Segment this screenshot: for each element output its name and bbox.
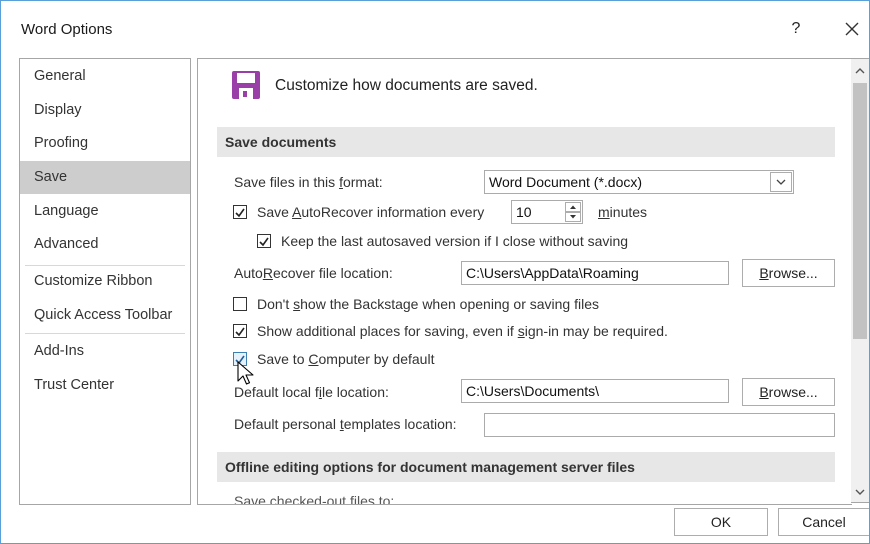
spinner-arrows-icon xyxy=(565,202,581,222)
close-icon xyxy=(845,22,859,36)
scroll-down-button[interactable] xyxy=(851,483,869,501)
save-format-label: Save files in this format: xyxy=(234,174,383,190)
cancel-button[interactable]: Cancel xyxy=(778,508,869,536)
keep-last-autosaved-label: Keep the last autosaved version if I clo… xyxy=(281,233,629,249)
checkmark-icon xyxy=(235,327,245,337)
chevron-down-icon xyxy=(776,179,786,185)
save-format-dropdown[interactable]: Word Document (*.docx) xyxy=(484,170,794,194)
checkmark-icon xyxy=(259,237,269,247)
vertical-scrollbar[interactable] xyxy=(851,58,869,503)
show-additional-places-checkbox[interactable] xyxy=(233,324,247,338)
default-local-browse-button[interactable]: Browse... xyxy=(742,378,835,406)
autorecover-location-field[interactable]: C:\Users\AppData\Roaming xyxy=(461,261,729,285)
default-local-location-label: Default local file location: xyxy=(234,384,389,400)
sidebar-item-customize-ribbon[interactable]: Customize Ribbon xyxy=(20,265,190,298)
default-templates-location-field[interactable] xyxy=(484,413,835,437)
section-header-save-documents: Save documents xyxy=(217,127,835,157)
spinner-buttons[interactable] xyxy=(565,202,581,222)
checked-out-files-label: Save checked-out files to: xyxy=(234,493,395,505)
autorecover-location-value: C:\Users\AppData\Roaming xyxy=(466,265,639,281)
sidebar-item-advanced[interactable]: Advanced xyxy=(20,228,190,261)
show-additional-places-label: Show additional places for saving, even … xyxy=(257,323,668,339)
autorecover-label: Save AutoRecover information every xyxy=(257,204,485,220)
scrollbar-thumb[interactable] xyxy=(853,83,867,339)
page-header-text: Customize how documents are saved. xyxy=(275,77,538,94)
save-to-computer-label: Save to Computer by default xyxy=(257,351,435,367)
sidebar-item-proofing[interactable]: Proofing xyxy=(20,127,190,160)
mouse-pointer-icon xyxy=(237,361,254,385)
autorecover-minutes-stepper[interactable]: 10 xyxy=(511,200,583,224)
minutes-label: minutes xyxy=(598,204,648,220)
ok-button[interactable]: OK xyxy=(674,508,768,536)
minutes-value: 10 xyxy=(516,204,532,220)
sidebar-item-language[interactable]: Language xyxy=(20,195,190,228)
save-options-pane: Customize how documents are saved. Save … xyxy=(197,58,852,505)
category-sidebar: General Display Proofing Save Language A… xyxy=(19,58,191,505)
default-local-location-field[interactable]: C:\Users\Documents\ xyxy=(461,379,729,403)
word-options-dialog: Word Options ? General Display Proofing … xyxy=(0,0,870,544)
dropdown-arrow[interactable] xyxy=(770,172,792,192)
close-button[interactable] xyxy=(839,15,865,43)
chevron-down-icon xyxy=(855,489,865,495)
sidebar-item-quick-access-toolbar[interactable]: Quick Access Toolbar xyxy=(20,299,190,332)
sidebar-item-display[interactable]: Display xyxy=(20,94,190,127)
sidebar-item-add-ins[interactable]: Add-Ins xyxy=(20,335,190,368)
default-local-location-value: C:\Users\Documents\ xyxy=(466,383,600,399)
chevron-up-icon xyxy=(855,68,865,74)
save-floppy-icon xyxy=(232,71,260,99)
checkmark-icon xyxy=(235,208,245,218)
autorecover-browse-button[interactable]: Browse... xyxy=(742,259,835,287)
dialog-title: Word Options xyxy=(21,21,113,38)
sidebar-item-save[interactable]: Save xyxy=(20,161,190,194)
sidebar-divider xyxy=(25,333,185,334)
sidebar-item-trust-center[interactable]: Trust Center xyxy=(20,369,190,402)
keep-last-autosaved-checkbox[interactable] xyxy=(257,234,271,248)
save-format-value: Word Document (*.docx) xyxy=(489,174,643,190)
sidebar-item-general[interactable]: General xyxy=(20,60,190,93)
section-header-offline-editing: Offline editing options for document man… xyxy=(217,452,835,482)
title-bar: Word Options ? xyxy=(1,1,869,57)
help-button[interactable]: ? xyxy=(784,17,808,41)
dont-show-backstage-checkbox[interactable] xyxy=(233,297,247,311)
scroll-up-button[interactable] xyxy=(851,62,869,80)
autorecover-checkbox[interactable] xyxy=(233,205,247,219)
dont-show-backstage-label: Don't show the Backstage when opening or… xyxy=(257,296,599,312)
default-templates-location-label: Default personal templates location: xyxy=(234,416,457,432)
autorecover-location-label: AutoRecover file location: xyxy=(234,265,393,281)
